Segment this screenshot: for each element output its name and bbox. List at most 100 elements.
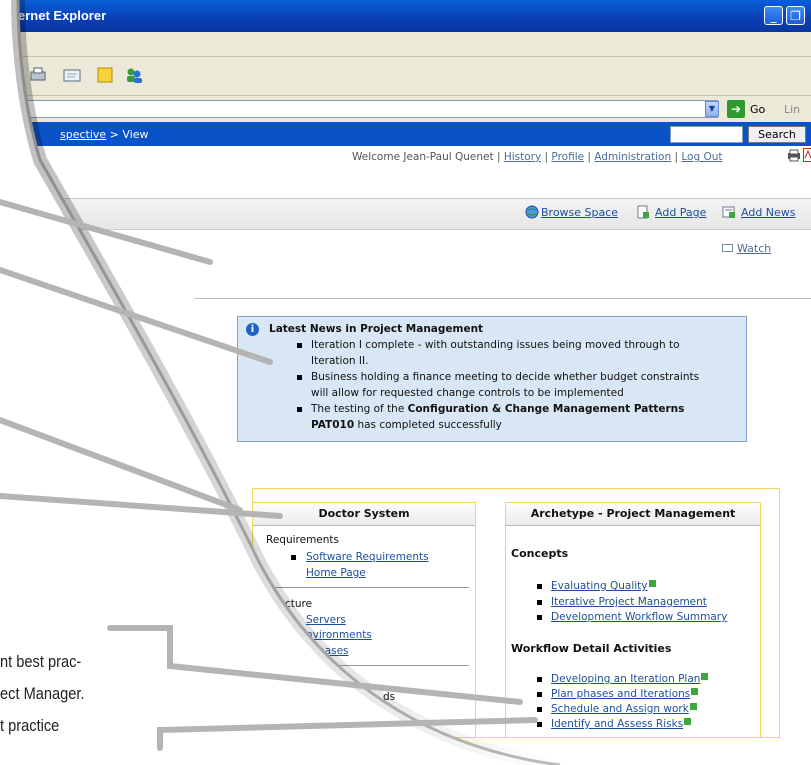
user-bar: Welcome Jean-Paul Quenet | History | Pro… [352,151,723,163]
edit-icon[interactable] [62,66,82,84]
archetype-panel: Archetype - Project Management Concepts … [505,502,761,738]
news-title: Latest News in Project Management [269,323,484,335]
menu-bar [0,32,811,57]
minimize-button[interactable]: _ [764,6,783,25]
divider [273,587,469,588]
address-input[interactable] [0,100,718,118]
workflow-link-4-label: Identify and Assess Risks [551,718,684,730]
separator: | [541,151,552,163]
news-item-3-prefix: The testing of the [311,403,408,415]
news-item-1-line-2: Iteration II. [311,355,369,367]
notes-icon[interactable] [95,66,115,84]
bullet [291,555,296,560]
workflow-link-1-label: Developing an Iteration Plan [551,673,701,685]
add-news-icon [722,205,736,219]
news-item-3-line-2: PAT010 has completed successfully [311,419,502,431]
restore-button[interactable]: ❐ [786,6,805,25]
concept-link-3[interactable]: Development Workflow Summary [551,611,727,623]
servers-link[interactable]: Servers [306,614,346,626]
concept-link-2[interactable]: Iterative Project Management [551,596,707,608]
profile-link[interactable]: Profile [551,151,584,163]
chevron-down-icon[interactable]: ▼ [705,101,719,117]
administration-link[interactable]: Administration [594,151,671,163]
logout-link[interactable]: Log Out [681,151,722,163]
links-label[interactable]: Lin [784,103,800,116]
breadcrumb-link[interactable]: spective [60,128,106,141]
callout-text-line-1: nt best prac- [0,652,82,671]
add-page-link[interactable]: Add Page [655,206,706,219]
concept-link-1-label: Evaluating Quality [551,580,648,592]
bullet [537,615,542,620]
workflow-link-1[interactable]: Developing an Iteration Plan [551,673,708,685]
watch-link[interactable]: Watch [737,242,771,255]
separator: | [671,151,682,163]
browse-space-link[interactable]: Browse Space [541,206,618,219]
info-icon: i [246,323,259,336]
messenger-icon[interactable] [124,66,144,84]
news-item-3-code: PAT010 [311,419,355,431]
doctor-system-panel: Doctor System Requirements Software Requ… [252,502,476,738]
toolbar [0,57,811,96]
history-link[interactable]: History [504,151,541,163]
news-item-3-suffix: has completed successfully [354,419,502,431]
breadcrumb: spective > View [60,128,149,141]
news-item-2-line-2: will allow for requested change controls… [311,387,624,399]
go-button[interactable]: Go [750,103,765,116]
doctor-system-title: Doctor System [253,503,475,526]
search-button[interactable]: Search [748,126,806,143]
bullet [297,343,302,348]
go-arrow-icon[interactable]: ➔ [727,100,745,118]
workflow-link-4[interactable]: Identify and Assess Risks [551,718,691,730]
bullet [537,600,542,605]
pdf-icon[interactable] [803,148,811,162]
workflow-link-3[interactable]: Schedule and Assign work [551,703,697,715]
news-item-2-line-1: Business holding a finance meeting to de… [311,371,700,383]
divider [273,665,469,666]
news-item-3-bold: Configuration & Change Management Patter… [407,403,685,415]
stage: nt best prac- ect Manager. t practice er… [0,0,811,765]
archetype-title: Archetype - Project Management [506,503,760,526]
window-title: ernet Explorer [18,8,107,23]
add-page-icon [636,205,650,219]
concept-link-1[interactable]: Evaluating Quality [551,580,656,592]
infrastructure-label: astructure [258,598,313,610]
workflow-link-3-label: Schedule and Assign work [551,703,689,715]
workflow-link-2-label: Plan phases and Iterations [551,688,691,700]
external-link-icon [649,580,656,587]
home-page-link[interactable]: Home Page [306,567,366,579]
bullet [537,707,542,712]
breadcrumb-separator: > [106,128,123,141]
workflow-heading: Workflow Detail Activities [511,642,672,655]
add-news-link[interactable]: Add News [741,206,796,219]
news-item-1-line-1: Iteration I complete - with outstanding … [311,339,680,351]
callout-text-line-3: t practice [0,716,60,735]
databases-link[interactable]: bases [318,645,349,657]
external-link-icon [691,688,698,695]
separator: | [584,151,595,163]
concepts-heading: Concepts [511,547,569,560]
external-link-icon [690,703,697,710]
callout-text-line-2: ect Manager. [0,684,85,703]
bullet [537,584,542,589]
software-requirements-link[interactable]: Software Requirements [306,551,429,563]
title-bar: ernet Explorer _ ❐ [0,0,811,32]
browser-window: ernet Explorer _ ❐ ▼ ➔ Go Lin spective >… [0,0,811,765]
external-link-icon [684,718,691,725]
breadcrumb-current: View [122,128,149,141]
search-input[interactable] [670,126,743,143]
external-link-icon [701,673,708,680]
news-item-3-line-1: The testing of the Configuration & Chang… [311,403,684,415]
bullet [537,722,542,727]
envelope-icon [722,244,733,252]
partial-text: ds [383,691,396,703]
globe-icon [525,205,539,219]
print-icon[interactable] [28,66,48,84]
news-panel: i Latest News in Project Management Iter… [237,316,747,442]
requirements-label: Requirements [266,534,339,546]
environments-link[interactable]: nvironments [306,629,372,641]
bullet [537,692,542,697]
bullet [297,375,302,380]
divider [195,298,811,299]
workflow-link-2[interactable]: Plan phases and Iterations [551,688,698,700]
print-page-icon[interactable] [787,149,801,162]
